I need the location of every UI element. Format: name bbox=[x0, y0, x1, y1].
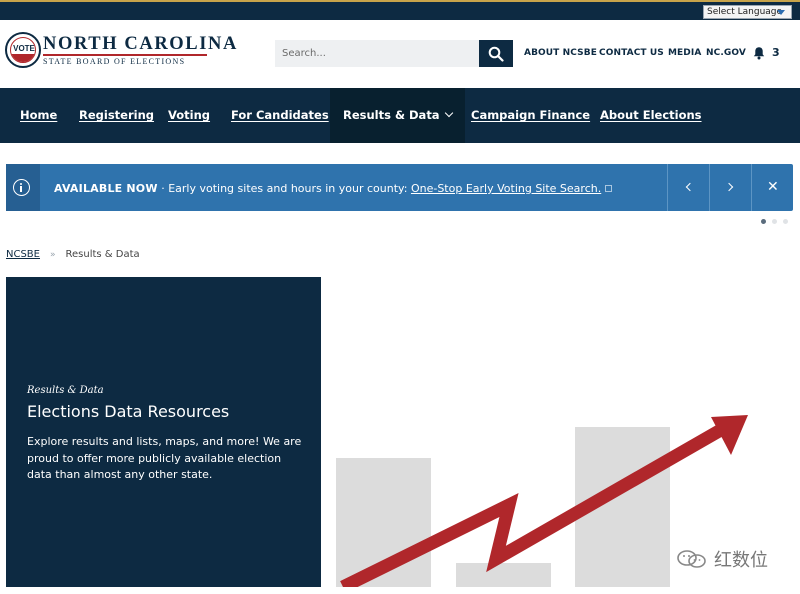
logo-divider bbox=[43, 54, 207, 56]
site-header: VOTE NORTH CAROLINA STATE BOARD OF ELECT… bbox=[0, 20, 800, 88]
nav-item-for-candidates[interactable]: For Candidates bbox=[231, 88, 329, 143]
main-nav: Home Registering Voting For Candidates R… bbox=[0, 88, 800, 143]
external-link-icon bbox=[605, 185, 613, 192]
caret-down-icon bbox=[777, 10, 785, 15]
alert-message: Early voting sites and hours in your cou… bbox=[168, 182, 408, 195]
alert-banner: AVAILABLE NOW · Early voting sites and h… bbox=[6, 164, 793, 211]
bell-icon[interactable] bbox=[752, 46, 766, 60]
top-utility-bar: Select Language bbox=[0, 0, 800, 20]
alert-link[interactable]: One-Stop Early Voting Site Search. bbox=[411, 182, 601, 195]
vote-badge-text: VOTE bbox=[13, 44, 35, 53]
breadcrumb: NCSBE » Results & Data bbox=[6, 249, 140, 260]
alert-close-button[interactable]: ✕ bbox=[751, 164, 793, 211]
search-input[interactable] bbox=[275, 40, 479, 67]
alert-separator: · bbox=[161, 182, 165, 195]
alert-prev-button[interactable] bbox=[667, 164, 709, 211]
trend-arrow-icon bbox=[340, 415, 748, 587]
breadcrumb-separator: » bbox=[50, 250, 56, 260]
carousel-dot-2[interactable] bbox=[772, 219, 777, 224]
alert-label: AVAILABLE NOW bbox=[54, 182, 158, 195]
watermark-text: 红数位 bbox=[714, 550, 768, 571]
language-select[interactable]: Select Language bbox=[703, 5, 792, 19]
close-icon: ✕ bbox=[767, 179, 779, 195]
nav-item-home[interactable]: Home bbox=[20, 88, 57, 143]
hero-graphic bbox=[321, 277, 800, 587]
chevron-right-icon bbox=[724, 182, 734, 192]
utility-link-contact[interactable]: CONTACT US bbox=[599, 48, 664, 58]
hero-description: Explore results and lists, maps, and mor… bbox=[27, 435, 302, 481]
carousel-dot-3[interactable] bbox=[783, 219, 788, 224]
search-button[interactable] bbox=[479, 40, 513, 67]
breadcrumb-home-link[interactable]: NCSBE bbox=[6, 249, 40, 260]
site-logo[interactable]: VOTE NORTH CAROLINA STATE BOARD OF ELECT… bbox=[5, 32, 236, 70]
language-select-label: Select Language bbox=[707, 7, 783, 17]
hero-panel: Results & Data Elections Data Resources … bbox=[6, 277, 321, 587]
search-icon bbox=[488, 46, 504, 62]
logo-title: NORTH CAROLINA bbox=[43, 34, 238, 54]
nav-item-registering[interactable]: Registering bbox=[79, 88, 154, 143]
carousel-dot-1[interactable] bbox=[761, 219, 766, 224]
logo-subtitle: STATE BOARD OF ELECTIONS bbox=[43, 57, 186, 66]
wechat-icon bbox=[677, 550, 706, 568]
utility-link-about[interactable]: ABOUT NCSBE bbox=[524, 48, 597, 58]
vote-badge-icon: VOTE bbox=[5, 32, 41, 68]
utility-link-ncgov[interactable]: NC.GOV bbox=[706, 48, 746, 58]
chevron-down-icon bbox=[444, 108, 453, 118]
breadcrumb-current: Results & Data bbox=[65, 249, 140, 260]
hero-title: Elections Data Resources bbox=[27, 402, 230, 421]
nav-item-results-data[interactable]: Results & Data bbox=[330, 88, 465, 143]
alert-next-button[interactable] bbox=[709, 164, 751, 211]
nav-item-about-elections[interactable]: About Elections bbox=[600, 88, 702, 143]
hero-kicker: Results & Data bbox=[27, 385, 104, 396]
utility-link-media[interactable]: MEDIA bbox=[668, 48, 701, 58]
alert-icon-cell bbox=[6, 164, 40, 211]
nav-item-voting[interactable]: Voting bbox=[168, 88, 210, 143]
alert-text: AVAILABLE NOW · Early voting sites and h… bbox=[54, 182, 613, 195]
info-icon bbox=[13, 179, 30, 196]
nav-item-results-data-label: Results & Data bbox=[343, 108, 440, 122]
chevron-left-icon bbox=[685, 182, 695, 192]
notification-count: 3 bbox=[772, 46, 780, 59]
nav-item-campaign-finance[interactable]: Campaign Finance bbox=[471, 88, 590, 143]
